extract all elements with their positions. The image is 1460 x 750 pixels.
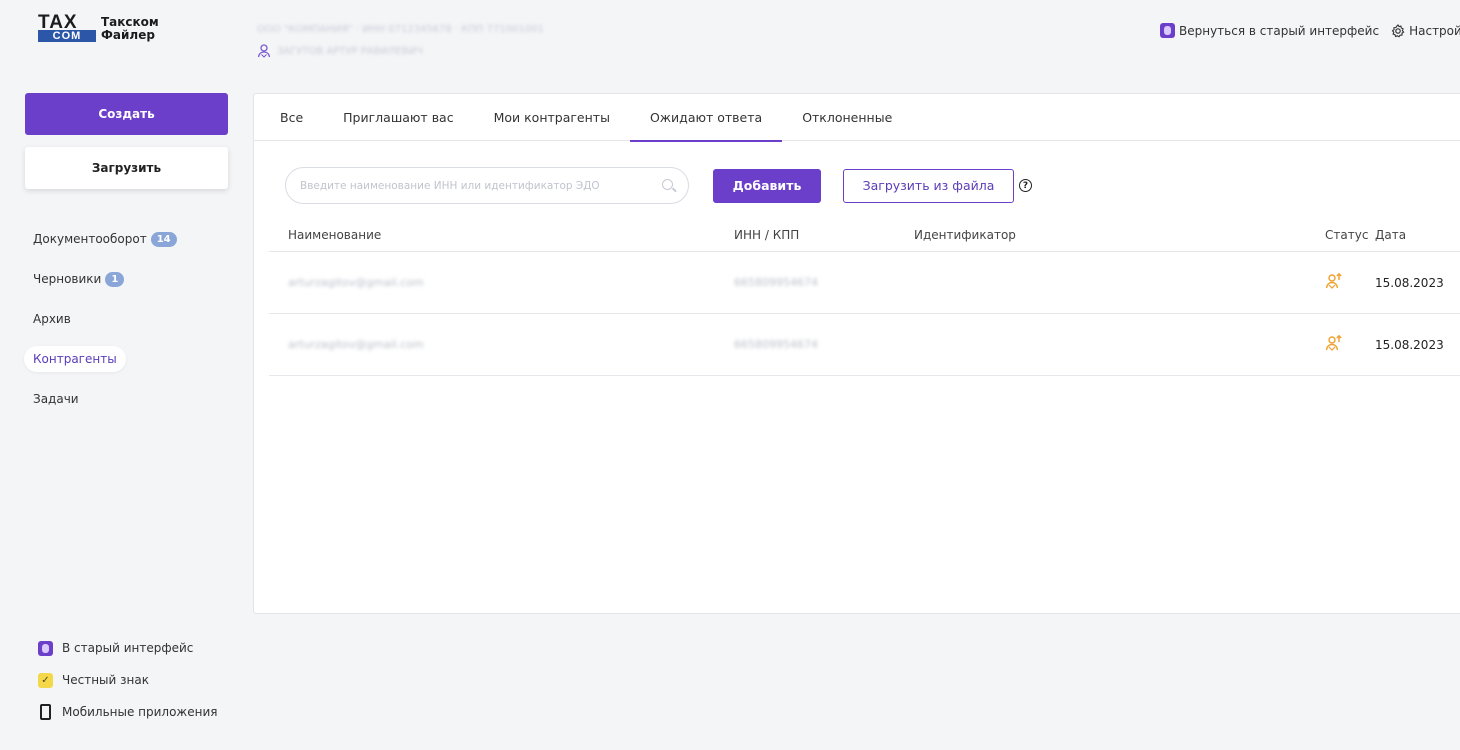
tab-my-counterparties[interactable]: Мои контрагенты	[474, 94, 630, 141]
tab-awaiting-response[interactable]: Ожидают ответа	[629, 94, 783, 142]
sidebar-item-tasks[interactable]: Задачи	[24, 386, 88, 412]
upload-from-file-button[interactable]: Загрузить из файла	[843, 168, 1014, 203]
table-row[interactable]: arturzagitov@gmail.com 665809954674 15.0…	[269, 314, 1460, 376]
sidebar-footer-links: В старый интерфейс ✓ Честный знак Мобиль…	[38, 638, 217, 734]
upload-button[interactable]: Загрузить	[25, 147, 228, 189]
sidebar-item-drafts[interactable]: Черновики 1	[24, 266, 133, 292]
column-header-status[interactable]: Статус	[1311, 228, 1375, 242]
header-actions: Вернуться в старый интерфейс Настройки	[1160, 23, 1460, 38]
footer-link-label: Мобильные приложения	[62, 705, 218, 719]
column-header-inn[interactable]: ИНН / КПП	[734, 228, 914, 242]
logo-com-text: COM	[38, 30, 96, 42]
add-counterparty-button[interactable]: Добавить	[713, 168, 821, 203]
gear-icon	[1391, 23, 1405, 38]
count-badge: 14	[150, 231, 177, 247]
cell-date: 15.08.2023	[1375, 337, 1444, 352]
old-interface-icon	[38, 640, 53, 656]
search-box[interactable]	[285, 167, 689, 204]
logo-caption: Такском Файлер	[101, 14, 159, 42]
tab-inviting-you[interactable]: Приглашают вас	[323, 94, 473, 141]
cell-status	[1311, 272, 1375, 293]
logo-caption-line2: Файлер	[101, 27, 155, 42]
counterparty-toolbar: Добавить Загрузить из файла ?	[285, 167, 1032, 204]
sidebar-item-label: Контрагенты	[33, 352, 117, 366]
app-logo[interactable]: TAX COM Такском Файлер	[38, 12, 159, 42]
count-badge: 1	[105, 271, 125, 287]
sidebar-nav: Документооборот 14 Черновики 1 Архив Кон…	[24, 226, 224, 426]
user-icon	[257, 44, 271, 58]
old-interface-footer-link[interactable]: В старый интерфейс	[38, 638, 217, 658]
search-icon[interactable]	[662, 178, 676, 193]
logo-caption-line1: Такском	[101, 14, 159, 29]
sidebar-item-archive[interactable]: Архив	[24, 306, 80, 332]
invitation-sent-icon[interactable]	[1325, 272, 1343, 290]
cell-inn: 665809954674	[734, 338, 818, 351]
old-interface-icon	[1160, 23, 1175, 38]
create-button[interactable]: Создать	[25, 93, 228, 135]
counterparty-table: Наименование ИНН / КПП Идентификатор Ста…	[269, 218, 1460, 376]
logo-tax-text: TAX	[38, 12, 78, 33]
settings-link[interactable]: Настройки	[1391, 24, 1460, 38]
cell-status	[1311, 334, 1375, 355]
taxcom-logo-mark: TAX COM	[38, 12, 96, 42]
sidebar-item-label: Черновики	[33, 272, 102, 286]
mobile-apps-link[interactable]: Мобильные приложения	[38, 702, 217, 722]
old-interface-link[interactable]: Вернуться в старый интерфейс	[1160, 23, 1379, 38]
tab-all[interactable]: Все	[268, 94, 323, 141]
invitation-sent-icon[interactable]	[1325, 334, 1343, 352]
sidebar-item-label: Документооборот	[33, 232, 147, 246]
table-row[interactable]: arturzagitov@gmail.com 665809954674 15.0…	[269, 252, 1460, 314]
column-header-name[interactable]: Наименование	[269, 228, 734, 242]
tab-rejected[interactable]: Отклоненные	[782, 94, 912, 141]
cell-name: arturzagitov@gmail.com	[288, 338, 424, 351]
chestny-znak-link[interactable]: ✓ Честный знак	[38, 670, 217, 690]
help-icon[interactable]: ?	[1019, 179, 1032, 192]
table-header: Наименование ИНН / КПП Идентификатор Ста…	[269, 218, 1460, 252]
footer-link-label: В старый интерфейс	[62, 641, 194, 655]
counterparties-panel: Все Приглашают вас Мои контрагенты Ожида…	[253, 93, 1460, 614]
organization-info[interactable]: ООО "КОМПАНИЯ" · ИНН 0712345678 · КПП 77…	[257, 24, 544, 35]
footer-link-label: Честный знак	[62, 673, 149, 687]
cell-date: 15.08.2023	[1375, 275, 1444, 290]
chestny-znak-icon: ✓	[38, 672, 53, 688]
search-input[interactable]	[300, 179, 662, 192]
sidebar-item-label: Архив	[33, 312, 71, 326]
cell-inn: 665809954674	[734, 276, 818, 289]
sidebar-item-counterparties[interactable]: Контрагенты	[24, 346, 126, 372]
sidebar-item-document-flow[interactable]: Документооборот 14	[24, 226, 186, 252]
cell-name: arturzagitov@gmail.com	[288, 276, 424, 289]
sidebar-item-label: Задачи	[33, 392, 79, 406]
old-interface-link-label: Вернуться в старый интерфейс	[1179, 23, 1380, 38]
column-header-identifier[interactable]: Идентификатор	[914, 228, 1311, 242]
settings-link-label: Настройки	[1409, 23, 1460, 38]
mobile-phone-icon	[40, 704, 51, 720]
current-user-name: ЗАГУТОВ АРТУР РАВИЛЕВИЧ	[277, 45, 423, 57]
current-user[interactable]: ЗАГУТОВ АРТУР РАВИЛЕВИЧ	[257, 44, 423, 58]
column-header-date[interactable]: Дата	[1375, 228, 1460, 242]
counterparty-tabs: Все Приглашают вас Мои контрагенты Ожида…	[254, 94, 1460, 142]
